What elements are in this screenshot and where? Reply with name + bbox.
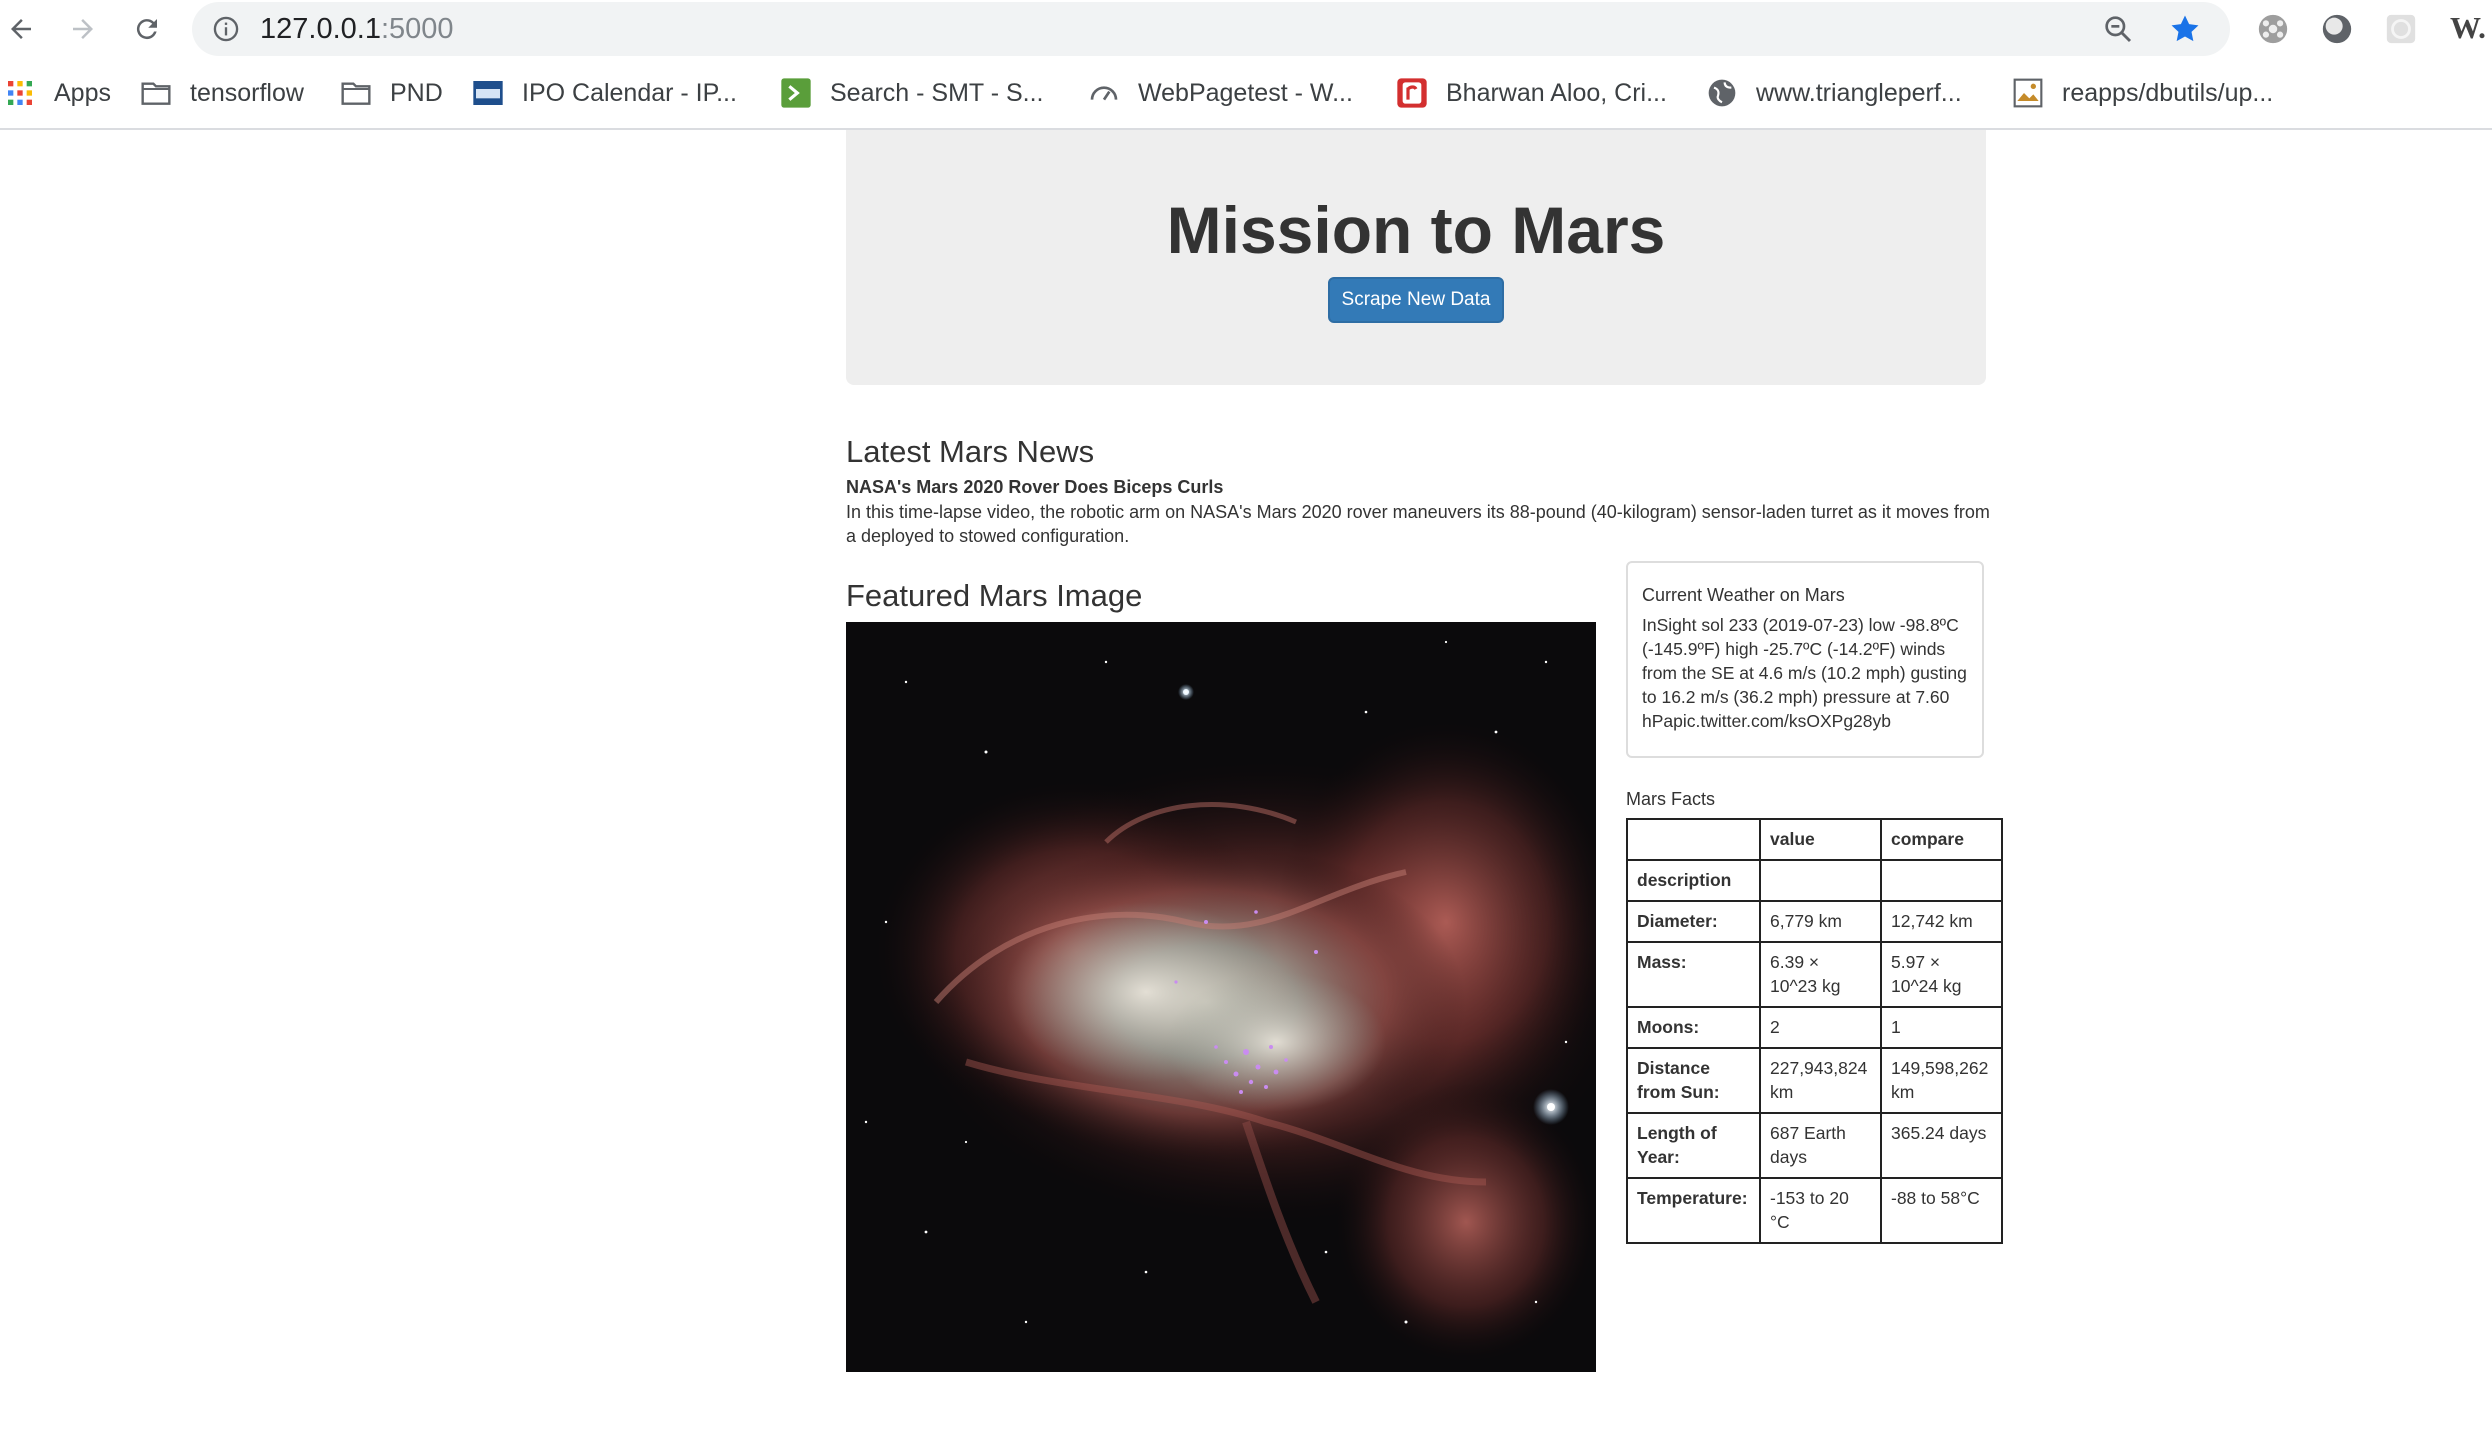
table-row: Diameter: 6,779 km 12,742 km — [1626, 900, 2003, 943]
table-cell: 12,742 km — [1880, 900, 2003, 943]
terminal-icon — [780, 77, 812, 109]
url-host: 127.0.0.1 — [260, 13, 381, 45]
folder-icon — [340, 77, 372, 109]
bookmark-label: www.triangleperf... — [1756, 78, 1962, 107]
mars-facts-label: Mars Facts — [1626, 789, 1716, 809]
header-cell — [1626, 818, 1761, 861]
bookmark-bharwan-aloo[interactable]: Bharwan Aloo, Cri... — [1396, 70, 1667, 116]
mars-facts-table: value compare description Diameter: 6,77… — [1626, 818, 2003, 1244]
zoom-icon[interactable] — [2102, 13, 2134, 45]
back-arrow-icon — [11, 19, 31, 39]
film-reel-extension-icon[interactable] — [2256, 12, 2290, 46]
table-cell: 6.39 × 10^23 kg — [1759, 941, 1882, 1008]
apps-grid-icon — [4, 77, 36, 109]
table-cell: 1 — [1880, 1006, 2003, 1049]
bookmark-pnd[interactable]: PND — [340, 70, 443, 116]
bookmark-triangleperf[interactable]: www.triangleperf... — [1706, 70, 1962, 116]
url-text[interactable]: 127.0.0.1:5000 — [260, 13, 454, 46]
news-paragraph: In this time-lapse video, the robotic ar… — [846, 502, 1990, 546]
weather-text: InSight sol 233 (2019-07-23) low -98.8ºC… — [1642, 615, 1967, 731]
row-header-cell: Distance from Sun: — [1626, 1047, 1761, 1114]
address-bar[interactable]: 127.0.0.1:5000 — [192, 2, 2230, 56]
reload-button[interactable] — [126, 8, 168, 50]
browser-toolbar: 127.0.0.1:5000 W. — [0, 0, 2492, 58]
table-cell: 227,943,824 km — [1759, 1047, 1882, 1114]
forward-arrow-icon — [73, 19, 93, 39]
back-button[interactable] — [0, 8, 42, 50]
bookmark-label: Search - SMT - S... — [830, 78, 1044, 107]
globe-icon — [1706, 77, 1738, 109]
bookmark-webpagetest[interactable]: WebPagetest - W... — [1088, 70, 1353, 116]
row-header-cell: description — [1626, 859, 1761, 902]
table-row: Temperature: -153 to 20 °C -88 to 58°C — [1626, 1177, 2003, 1244]
jumbotron: Mission to Mars Scrape New Data — [846, 130, 1986, 385]
row-header-cell: Diameter: — [1626, 900, 1761, 943]
bookmark-label: tensorflow — [190, 78, 304, 107]
bookmark-star-icon[interactable] — [2168, 12, 2202, 46]
image-icon — [2012, 77, 2044, 109]
featured-image-heading: Featured Mars Image — [846, 578, 1143, 613]
page-title: Mission to Mars — [1166, 193, 1666, 267]
table-row: description — [1626, 859, 2003, 902]
bookmark-label: reapps/dbutils/up... — [2062, 78, 2274, 107]
info-icon[interactable] — [212, 15, 240, 43]
row-header-cell: Mass: — [1626, 941, 1761, 1008]
header-cell: value — [1759, 818, 1882, 861]
bookmark-label: Bharwan Aloo, Cri... — [1446, 78, 1667, 107]
bookmark-search-smt[interactable]: Search - SMT - S... — [780, 70, 1043, 116]
reload-icon — [136, 19, 157, 40]
row-header-cell: Moons: — [1626, 1006, 1761, 1049]
table-cell: 2 — [1759, 1006, 1882, 1049]
table-cell: -153 to 20 °C — [1759, 1177, 1882, 1244]
table-header-row: value compare — [1626, 818, 2003, 861]
news-title: NASA's Mars 2020 Rover Does Biceps Curls — [846, 477, 1224, 497]
bookmarks-bar: Apps tensorflow PND IPO Calendar - IP...… — [0, 70, 2492, 116]
grid-extension-icon[interactable] — [2384, 12, 2418, 46]
table-cell: 5.97 × 10^24 kg — [1880, 941, 2003, 1008]
latest-news-heading: Latest Mars News — [846, 434, 1095, 469]
featured-mars-image — [846, 622, 1596, 1372]
bookmark-label: PND — [390, 78, 443, 107]
header-cell: compare — [1880, 818, 2003, 861]
w-extension-icon[interactable]: W. — [2450, 10, 2486, 46]
table-cell: 365.24 days — [1880, 1112, 2003, 1179]
table-row: Mass: 6.39 × 10^23 kg 5.97 × 10^24 kg — [1626, 941, 2003, 1008]
table-row: Moons: 2 1 — [1626, 1006, 2003, 1049]
table-cell: 687 Earth days — [1759, 1112, 1882, 1179]
ipo-icon — [472, 77, 504, 109]
table-row: Length of Year: 687 Earth days 365.24 da… — [1626, 1112, 2003, 1179]
bookmark-label: IPO Calendar - IP... — [522, 78, 737, 107]
recipe-icon — [1396, 77, 1428, 109]
bookmark-reapps-dbutils[interactable]: reapps/dbutils/up... — [2012, 70, 2273, 116]
table-cell: -88 to 58°C — [1880, 1177, 2003, 1244]
bookmark-ipo-calendar[interactable]: IPO Calendar - IP... — [472, 70, 737, 116]
bookmark-apps[interactable]: Apps — [4, 70, 111, 116]
weather-title: Current Weather on Mars — [1642, 585, 1845, 605]
bookmark-label: WebPagetest - W... — [1138, 78, 1353, 107]
scrape-new-data-button[interactable]: Scrape New Data — [1328, 277, 1504, 323]
bookmark-tensorflow[interactable]: tensorflow — [140, 70, 304, 116]
table-cell: 6,779 km — [1759, 900, 1882, 943]
url-port: :5000 — [380, 13, 454, 45]
table-row: Distance from Sun: 227,943,824 km 149,59… — [1626, 1047, 2003, 1114]
folder-icon — [140, 77, 172, 109]
row-header-cell: Length of Year: — [1626, 1112, 1761, 1179]
bookmark-label: Apps — [54, 78, 111, 107]
row-header-cell: Temperature: — [1626, 1177, 1761, 1244]
table-cell — [1759, 859, 1882, 902]
circle-extension-icon[interactable] — [2320, 12, 2354, 46]
table-cell — [1880, 859, 2003, 902]
speedometer-icon — [1088, 77, 1120, 109]
table-cell: 149,598,262 km — [1880, 1047, 2003, 1114]
weather-card: Current Weather on Mars InSight sol 233 … — [1626, 561, 1984, 758]
forward-button[interactable] — [62, 8, 104, 50]
